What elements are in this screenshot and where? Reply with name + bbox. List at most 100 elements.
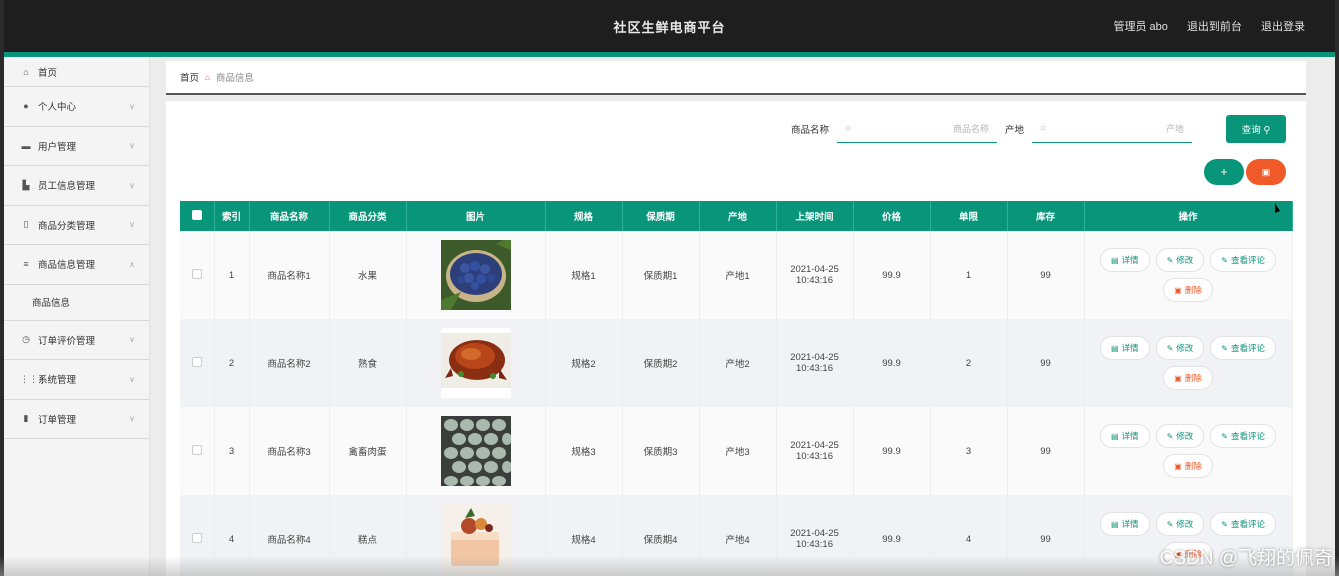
edit-button[interactable]: ✎ 修改 [1155,512,1205,536]
column-header: 商品分类 [329,201,407,231]
chevron-down-icon: ∨ [129,335,135,345]
back-to-front-link[interactable]: 退出到前台 [1187,21,1242,33]
delete-label: 删除 [1184,461,1202,471]
sidebar-item-category-management[interactable]: ▯ 商品分类管理 ∨ [4,206,149,245]
column-header: 库存 [1007,201,1085,231]
sidebar-item-label: 订单管理 [38,414,77,426]
detail-label: 详情 [1121,255,1139,265]
listed-time: 10:43:16 [796,539,833,550]
detail-button[interactable]: ▤ 详情 [1099,248,1150,272]
edit-button[interactable]: ✎ 修改 [1155,336,1205,360]
ops-cell: ▤ 详情 ✎ 修改 ✎ 查看评论 ▣ 删除 [1084,407,1293,495]
review-icon: ◷ [22,334,30,345]
pencil-icon: ✎ [1166,343,1174,353]
row-actions: ▤ 详情 ✎ 修改 ✎ 查看评论 ▣ 删除 [1085,248,1292,302]
spec-cell: 规格3 [545,407,623,495]
origin-cell: 产地1 [699,231,777,319]
sidebar-item-order-management[interactable]: ▮ 订单管理 ∨ [4,400,149,439]
chevron-down-icon: ∨ [129,141,135,151]
view-reviews-button[interactable]: ✎ 查看评论 [1210,336,1276,360]
product-name-input[interactable] [851,123,989,134]
pencil-icon: ✎ [1221,255,1228,265]
image-cell [406,407,546,495]
sidebar-item-label: 员工信息管理 [38,181,96,193]
table-row: 1 商品名称1 水果 规格1 保质期1 产地1 2021-04-25 10:43… [180,231,1293,319]
chevron-down-icon: ∨ [129,220,135,230]
add-button[interactable]: + [1204,159,1244,185]
sidebar-item-review-management[interactable]: ◷ 订单评价管理 ∨ [4,321,149,360]
sidebar-item-label: 商品信息管理 [38,260,96,272]
reviews-label: 查看评论 [1230,255,1265,265]
name-cell: 商品名称3 [249,407,330,495]
delete-button[interactable]: ▣ 删除 [1163,366,1213,390]
detail-button[interactable]: ▤ 详情 [1099,424,1150,448]
sidebar-item-home[interactable]: ⌂ 首页 [4,57,149,87]
search-bar: 商品名称 ○ 产地 ○ 查询 ⚲ [791,115,1286,143]
listed-time: 10:43:16 [796,275,833,286]
listed-time: 10:43:16 [796,451,833,462]
listed-time: 10:43:16 [796,363,833,374]
ops-cell: ▤ 详情 ✎ 修改 ✎ 查看评论 ▣ 删除 [1084,319,1293,407]
sidebar-item-product-management[interactable]: ≡ 商品信息管理 ∧ [4,245,149,285]
staff-icon: ▙ [22,179,30,190]
query-button[interactable]: 查询 ⚲ [1226,115,1286,143]
index-cell: 1 [214,231,250,319]
price-cell: 99.9 [853,319,931,407]
sidebar-subitem-product-info[interactable]: 商品信息 [4,284,149,321]
image-cell [406,231,546,319]
breadcrumb-home[interactable]: 首页 [180,70,199,84]
mouse-cursor [1275,203,1280,213]
column-header: 保质期 [622,201,700,231]
batch-delete-button[interactable]: ▣ [1246,159,1286,185]
trash-icon: ▣ [1174,285,1182,295]
sidebar-item-user-management[interactable]: ▬ 用户管理 ∨ [4,127,149,166]
origin-input[interactable] [1046,123,1184,134]
row-select-cell [180,407,215,495]
breadcrumb: 首页 ⌂ 商品信息 [166,61,1306,95]
detail-label: 详情 [1121,519,1139,529]
detail-button[interactable]: ▤ 详情 [1099,336,1150,360]
view-reviews-button[interactable]: ✎ 查看评论 [1210,424,1276,448]
select-all-checkbox[interactable] [191,209,202,220]
sidebar-item-label: 系统管理 [38,375,77,387]
listed-date: 2021-04-25 [790,352,839,363]
name-cell: 商品名称2 [249,319,330,407]
action-buttons: + ▣ [1202,159,1286,185]
edit-label: 修改 [1176,343,1194,353]
edit-label: 修改 [1176,255,1194,265]
view-reviews-button[interactable]: ✎ 查看评论 [1210,248,1276,272]
origin-cell: 产地2 [699,319,777,407]
delete-button[interactable]: ▣ 删除 [1163,454,1213,478]
trash-icon: ▣ [1174,461,1182,471]
ops-cell: ▤ 详情 ✎ 修改 ✎ 查看评论 ▣ 删除 [1084,231,1293,319]
trash-icon: ▣ [1261,166,1271,177]
document-icon: ▤ [1110,519,1119,529]
sidebar-item-system-management[interactable]: ⋮⋮⋮ 系统管理 ∨ [4,360,149,400]
sidebar-item-personal-center[interactable]: ● 个人中心 ∨ [4,87,149,127]
row-checkbox[interactable] [191,356,202,367]
price-cell: 99.9 [853,231,931,319]
listed-time-cell: 2021-04-25 10:43:16 [776,407,854,495]
row-checkbox[interactable] [191,444,202,455]
chevron-down-icon: ∨ [129,101,135,111]
column-header: 索引 [214,201,250,231]
current-user: 管理员 abo [1113,21,1168,33]
category-cell: 水果 [329,231,407,319]
shelf-life-cell: 保质期3 [622,407,700,495]
detail-button[interactable]: ▤ 详情 [1099,512,1150,536]
row-checkbox[interactable] [191,268,202,279]
delete-button[interactable]: ▣ 删除 [1163,278,1213,302]
view-reviews-button[interactable]: ✎ 查看评论 [1210,512,1276,536]
edit-button[interactable]: ✎ 修改 [1155,248,1205,272]
limit-cell: 1 [930,231,1008,319]
edit-button[interactable]: ✎ 修改 [1155,424,1205,448]
breadcrumb-current: 商品信息 [215,73,254,84]
sidebar-item-staff-management[interactable]: ▙ 员工信息管理 ∨ [4,166,149,206]
row-select-cell [180,319,215,407]
row-actions: ▤ 详情 ✎ 修改 ✎ 查看评论 ▣ 删除 [1085,336,1292,390]
listed-date: 2021-04-25 [790,440,839,451]
table-header-row: 索引 商品名称 商品分类 图片 规格 保质期 产地 上架时间 价格 单限 库存 … [180,201,1293,231]
column-header: 上架时间 [776,201,854,231]
logout-link[interactable]: 退出登录 [1261,21,1305,33]
row-checkbox[interactable] [191,532,202,543]
